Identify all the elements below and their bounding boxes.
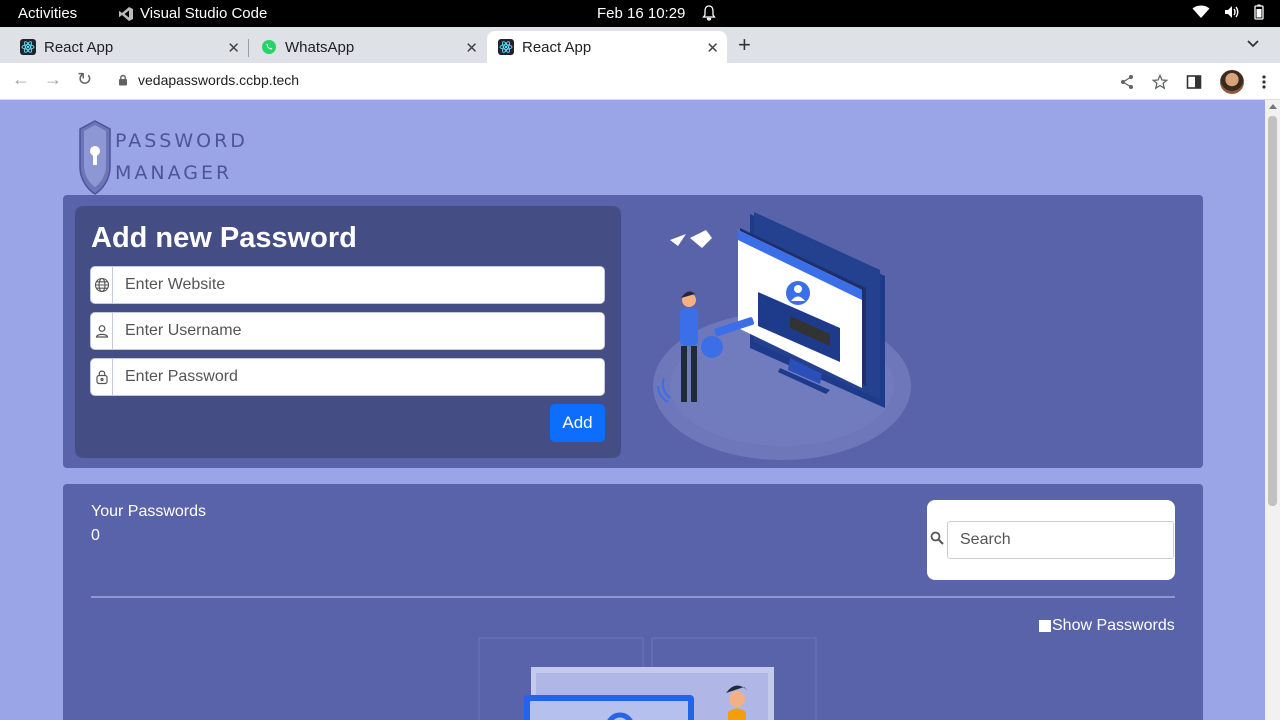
- password-input[interactable]: [113, 359, 604, 395]
- react-icon: [498, 39, 514, 55]
- password-count: 0: [91, 527, 100, 544]
- reload-icon[interactable]: ↻: [77, 69, 92, 90]
- tab-react-app-1[interactable]: React App ✕: [0, 31, 248, 63]
- active-app-name: Visual Studio Code: [140, 5, 268, 22]
- more-menu-icon[interactable]: [1262, 74, 1266, 90]
- system-tray[interactable]: [1192, 4, 1264, 20]
- search-input[interactable]: [947, 521, 1174, 559]
- bookmark-star-icon[interactable]: [1152, 74, 1168, 90]
- activities-button[interactable]: Activities: [18, 5, 77, 22]
- scroll-up-arrow-icon[interactable]: [1269, 104, 1277, 109]
- search-icon: [930, 531, 944, 550]
- form-title: Add new Password: [91, 222, 357, 254]
- back-arrow-icon[interactable]: ←: [12, 69, 30, 90]
- url-field[interactable]: vedapasswords.ccbp.tech: [118, 72, 299, 88]
- divider: [91, 596, 1175, 598]
- username-field: [90, 312, 605, 350]
- shield-keyhole-icon: [79, 120, 111, 195]
- whatsapp-icon: [261, 39, 277, 55]
- profile-avatar[interactable]: [1220, 70, 1244, 94]
- logo-line-1: PASSWORD: [115, 130, 248, 152]
- page-scrollbar[interactable]: [1265, 100, 1280, 720]
- logo-line-2: MANAGER: [115, 162, 233, 184]
- address-bar: ← → ↻ vedapasswords.ccbp.tech: [0, 63, 1280, 100]
- browser-tab-strip: React App ✕ WhatsApp ✕ React App ✕: [0, 27, 1280, 63]
- username-input[interactable]: [113, 313, 604, 349]
- password-field: [90, 358, 605, 396]
- url-text: vedapasswords.ccbp.tech: [138, 72, 300, 88]
- logo-wordmark: PASSWORD MANAGER: [115, 125, 248, 189]
- tab-label: WhatsApp: [285, 38, 355, 56]
- lock-icon: [91, 359, 113, 395]
- volume-icon: [1225, 6, 1239, 18]
- show-passwords-checkbox[interactable]: [1039, 620, 1051, 632]
- website-field: [90, 266, 605, 304]
- tab-label: React App: [522, 38, 592, 56]
- close-tab-icon[interactable]: ✕: [465, 39, 478, 57]
- user-icon: [91, 313, 113, 349]
- your-passwords-heading: Your Passwords: [91, 503, 207, 520]
- battery-icon: [1254, 4, 1264, 20]
- wifi-icon: [1192, 5, 1210, 18]
- tab-label: React App: [44, 38, 114, 56]
- scrollbar-thumb[interactable]: [1268, 116, 1277, 506]
- globe-icon: [91, 267, 113, 303]
- no-passwords-illustration: [478, 637, 817, 720]
- new-tab-icon[interactable]: +: [738, 32, 751, 58]
- os-top-bar: Activities Visual Studio Code Feb 16 10:…: [0, 0, 1280, 27]
- share-icon[interactable]: [1120, 74, 1134, 90]
- add-button[interactable]: Add: [550, 404, 605, 442]
- vscode-icon: [119, 6, 133, 21]
- forward-arrow-icon[interactable]: →: [44, 69, 62, 90]
- show-passwords-toggle[interactable]: Show Passwords: [1039, 617, 1175, 635]
- search-box: [927, 500, 1175, 580]
- side-panel-icon[interactable]: [1186, 74, 1202, 90]
- app-logo: PASSWORD MANAGER: [79, 119, 248, 195]
- lock-icon: [119, 74, 127, 86]
- show-passwords-label: Show Passwords: [1052, 617, 1175, 634]
- password-manager-illustration: [653, 212, 911, 460]
- close-tab-icon[interactable]: ✕: [227, 39, 240, 57]
- react-icon: [20, 39, 36, 55]
- chevron-down-icon[interactable]: [1246, 36, 1260, 54]
- active-app-menu[interactable]: Visual Studio Code: [118, 5, 267, 22]
- website-input[interactable]: [113, 267, 604, 303]
- tab-whatsapp[interactable]: WhatsApp ✕: [241, 31, 486, 63]
- clock[interactable]: Feb 16 10:29: [597, 5, 685, 22]
- notification-bell-icon: [702, 5, 716, 25]
- address-bar-actions: [1120, 70, 1266, 94]
- tab-react-app-active[interactable]: React App ✕: [487, 31, 727, 63]
- close-tab-icon[interactable]: ✕: [706, 39, 719, 57]
